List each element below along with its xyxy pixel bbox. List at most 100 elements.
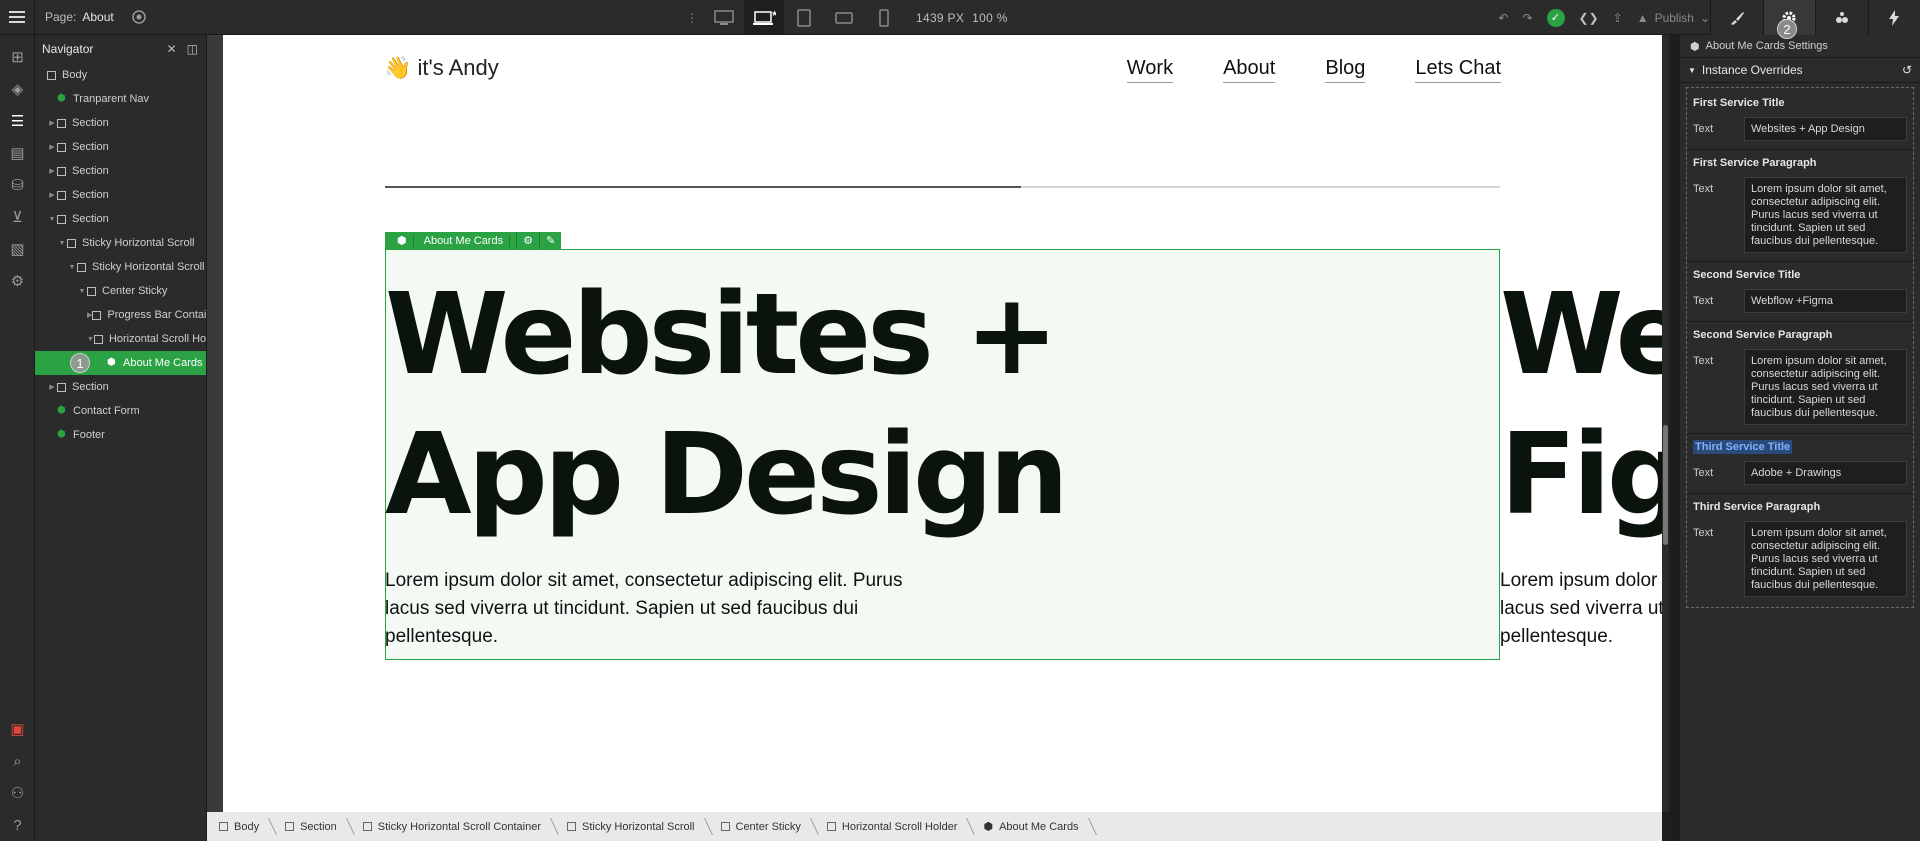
ecommerce-cart-icon[interactable]: ⊻ — [0, 201, 35, 233]
navigator-item[interactable]: ⬢ About Me Cards 1 — [35, 351, 206, 375]
redo-icon[interactable]: ↷ — [1522, 11, 1532, 25]
undo-icon[interactable]: ↶ — [1498, 11, 1508, 25]
site-settings-gear-icon[interactable]: ⚙ — [0, 265, 35, 297]
navigator-item[interactable]: ▼ Horizontal Scroll Holder — [35, 327, 206, 351]
page-selector[interactable]: Page: About — [35, 10, 124, 24]
symbols-cube-icon[interactable]: ◈ — [0, 73, 35, 105]
mobile-landscape-icon[interactable] — [824, 0, 864, 35]
interactions-icon[interactable] — [1815, 0, 1868, 35]
navigator-item[interactable]: ▼ Center Sticky — [35, 279, 206, 303]
element-box-icon — [93, 334, 103, 344]
edit-pencil-icon[interactable]: ✎ — [540, 232, 561, 249]
scrollbar-thumb[interactable] — [1663, 425, 1668, 545]
override-input[interactable]: Websites + App Design — [1744, 117, 1907, 141]
caret-right-icon[interactable]: ▶ — [47, 167, 57, 175]
step-badge-2: 2 — [1777, 19, 1797, 39]
navigator-item[interactable]: ⬢ Footer — [35, 423, 206, 447]
component-icon: ⬢ — [1690, 40, 1700, 53]
override-textarea[interactable]: Lorem ipsum dolor sit amet, consectetur … — [1744, 177, 1907, 253]
navigator-item[interactable]: ▶ Section — [35, 135, 206, 159]
nav-link-lets-chat[interactable]: Lets Chat — [1415, 57, 1501, 83]
element-settings-gear-icon[interactable]: ⚙ — [517, 232, 540, 249]
pages-icon[interactable]: ▤ — [0, 137, 35, 169]
zoom-level[interactable]: 100 % — [972, 11, 1008, 25]
caret-down-icon[interactable]: ▼ — [57, 240, 67, 247]
nav-link-blog[interactable]: Blog — [1325, 57, 1366, 83]
caret-right-icon[interactable]: ▶ — [47, 143, 57, 151]
caret-right-icon[interactable]: ▶ — [47, 119, 57, 127]
navigator-item[interactable]: ▼ Sticky Horizontal Scroll — [35, 231, 206, 255]
breadcrumb-item[interactable]: Section — [273, 812, 351, 841]
card-1-paragraph[interactable]: Lorem ipsum dolor sit amet, consectetur … — [385, 567, 925, 651]
override-input[interactable]: Webflow +Figma — [1744, 289, 1907, 313]
navigator-item[interactable]: ▼ Section — [35, 207, 206, 231]
breadcrumb-item[interactable]: Center Sticky — [709, 812, 815, 841]
navigator-item[interactable]: ▶ Section — [35, 183, 206, 207]
record-icon[interactable]: ▣ — [0, 713, 35, 745]
help-icon[interactable]: ? — [0, 809, 35, 841]
left-tool-rail: ⊞ ◈ ☰ ▤ ⛁ ⊻ ▧ ⚙ ▣ ⌕ ⚇ ? — [0, 35, 35, 841]
navigator-icon[interactable]: ☰ — [0, 105, 35, 137]
caret-right-icon[interactable]: ▶ — [47, 383, 57, 391]
export-icon[interactable]: ⇪ — [1613, 11, 1623, 25]
navigator-item-label: Section — [72, 165, 109, 177]
navigator-item-label: Tranparent Nav — [73, 93, 150, 105]
element-box-icon — [77, 262, 86, 272]
desktop-breakpoint-icon[interactable] — [704, 0, 744, 35]
reset-icon[interactable]: ↺ — [1902, 63, 1912, 77]
breadcrumb-item[interactable]: Sticky Horizontal Scroll — [555, 812, 708, 841]
caret-right-icon[interactable]: ▶ — [47, 191, 57, 199]
navigator-item[interactable]: ▶ Section — [35, 159, 206, 183]
mobile-portrait-icon[interactable] — [864, 0, 904, 35]
style-brush-icon[interactable] — [1710, 0, 1763, 35]
team-icon[interactable]: ⚇ — [0, 777, 35, 809]
dock-panel-icon[interactable]: ◫ — [187, 42, 198, 56]
caret-down-icon[interactable]: ▼ — [77, 288, 87, 295]
override-textarea[interactable]: Lorem ipsum dolor sit amet, consectetur … — [1744, 521, 1907, 597]
element-breadcrumb: Body Section Sticky Horizontal Scroll Cont… — [207, 812, 1662, 841]
canvas-area: 👋 it's Andy Work About Blog Lets Chat ⬢ A… — [207, 35, 1669, 812]
navigator-item[interactable]: ▶ Section — [35, 375, 206, 399]
hamburger-menu-icon[interactable] — [0, 0, 35, 35]
card-1-title[interactable]: Websites + App Design — [385, 265, 1285, 545]
more-options-icon[interactable]: ⋮ — [680, 0, 704, 35]
navigator-item[interactable]: Body — [35, 63, 206, 87]
override-field: Third Service Title Text Adobe + Drawings — [1687, 433, 1913, 493]
code-icon[interactable]: ❮❯ — [1579, 11, 1599, 25]
cms-database-icon[interactable]: ⛁ — [0, 169, 35, 201]
preview-eye-icon[interactable] — [124, 0, 154, 35]
assets-icon[interactable]: ▧ — [0, 233, 35, 265]
publish-button[interactable]: ▲ Publish ⌄ — [1637, 11, 1710, 25]
breadcrumb-item[interactable]: Body — [207, 812, 273, 841]
card-2-paragraph[interactable]: Lorem ipsum dolor sit amet, consectetur … — [1500, 567, 1662, 651]
element-box-icon — [567, 822, 577, 831]
navigator-item[interactable]: ▶ Section — [35, 111, 206, 135]
site-logo[interactable]: 👋 it's Andy — [384, 55, 499, 81]
selection-label-tag: ⬢ About Me Cards ⚙ ✎ — [385, 232, 562, 249]
override-textarea[interactable]: Lorem ipsum dolor sit amet, consectetur … — [1744, 349, 1907, 425]
tablet-breakpoint-icon[interactable] — [784, 0, 824, 35]
caret-down-icon[interactable]: ▼ — [47, 216, 57, 223]
base-breakpoint-icon[interactable]: ★ — [744, 0, 784, 35]
caret-down-icon[interactable]: ▼ — [87, 336, 94, 343]
nav-link-work[interactable]: Work — [1126, 57, 1174, 83]
caret-down-icon[interactable]: ▼ — [67, 264, 77, 271]
nav-link-about[interactable]: About — [1223, 57, 1276, 83]
breadcrumb-item[interactable]: Sticky Horizontal Scroll Container — [351, 812, 555, 841]
collapse-all-icon[interactable]: ✕ — [167, 42, 177, 56]
lightning-icon[interactable] — [1867, 0, 1920, 35]
navigator-item[interactable]: ▶Progress Bar Container — [35, 303, 206, 327]
search-icon[interactable]: ⌕ — [0, 745, 35, 777]
canvas-scrollbar[interactable] — [1662, 35, 1669, 812]
navigator-item[interactable]: ▼ Sticky Horizontal Scroll — [35, 255, 206, 279]
card-2-title[interactable]: Webflow + Figma — [1500, 265, 1662, 545]
breadcrumb-item[interactable]: ⬢ About Me Cards — [971, 812, 1092, 841]
page-canvas[interactable]: 👋 it's Andy Work About Blog Lets Chat ⬢ A… — [223, 35, 1662, 812]
navigator-item[interactable]: ⬢ Tranparent Nav — [35, 87, 206, 111]
instance-overrides-header[interactable]: ▼ Instance Overrides ↺ — [1680, 57, 1920, 83]
override-input[interactable]: Adobe + Drawings — [1744, 461, 1907, 485]
breadcrumb-label: Body — [234, 820, 260, 833]
navigator-item[interactable]: ⬢ Contact Form — [35, 399, 206, 423]
breadcrumb-item[interactable]: Horizontal Scroll Holder — [815, 812, 972, 841]
add-panel-icon[interactable]: ⊞ — [0, 41, 35, 73]
